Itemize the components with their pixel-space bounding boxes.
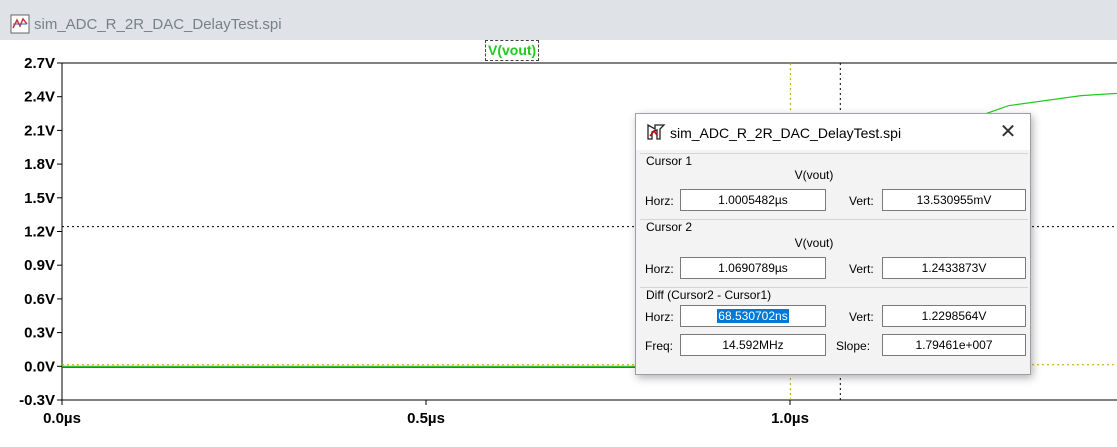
y-tick-label: 0.9V [24, 257, 55, 274]
cursor2-trace: V(vout) [794, 236, 834, 250]
y-tick-label: 1.2V [24, 224, 55, 241]
diff-vert-label: Vert: [849, 310, 874, 324]
diff-slope-field[interactable]: 1.79461e+007 [882, 334, 1026, 356]
diff-horz-field[interactable]: 68.530702ns [680, 305, 826, 327]
close-icon[interactable]: ✕ [996, 120, 1020, 144]
diff-group: Diff (Cursor2 - Cursor1) Horz: 68.530702… [640, 287, 1028, 372]
y-tick-label: 1.8V [24, 156, 55, 173]
diff-horz-value[interactable]: 68.530702ns [717, 309, 789, 323]
y-tick-label: 2.4V [24, 89, 55, 106]
y-tick-label: 2.1V [24, 122, 55, 139]
cursor1-group: Cursor 1 V(vout) Horz: 1.0005482µs Vert:… [640, 153, 1028, 218]
cursor2-horz-field[interactable]: 1.0690789µs [680, 257, 826, 279]
trace-label[interactable]: V(vout) [485, 40, 540, 61]
diff-label: Diff (Cursor2 - Cursor1) [646, 288, 772, 302]
diff-slope-label: Slope: [836, 339, 871, 353]
cursor2-group: Cursor 2 V(vout) Horz: 1.0690789µs Vert:… [640, 219, 1028, 286]
cursor-dialog[interactable]: sim_ADC_R_2R_DAC_DelayTest.spi ✕ Cursor … [635, 113, 1031, 375]
cursor1-horz-label: Horz: [645, 194, 674, 208]
cursor2-horz-label: Horz: [645, 262, 674, 276]
cursor2-vert-field[interactable]: 1.2433873V [882, 257, 1026, 279]
window-title: sim_ADC_R_2R_DAC_DelayTest.spi [34, 16, 282, 33]
dialog-titlebar[interactable]: sim_ADC_R_2R_DAC_DelayTest.spi ✕ [636, 114, 1030, 150]
diff-horz-label: Horz: [645, 310, 674, 324]
window-titlebar: sim_ADC_R_2R_DAC_DelayTest.spi [0, 0, 1117, 41]
cursor1-label: Cursor 1 [646, 154, 693, 168]
y-tick-label: 1.5V [24, 190, 55, 207]
cursor1-vert-field[interactable]: 13.530955mV [882, 189, 1026, 211]
y-tick-label: 0.0V [24, 358, 55, 375]
x-tick-label: 0.5µs [407, 410, 445, 427]
y-tick-label: -0.3V [19, 392, 55, 409]
cursor1-horz-field[interactable]: 1.0005482µs [680, 189, 826, 211]
y-tick-label: 2.7V [24, 55, 55, 72]
diff-freq-label: Freq: [645, 339, 674, 353]
y-tick-label: 0.6V [24, 291, 55, 308]
cursor1-trace: V(vout) [794, 168, 834, 182]
waveform-viewer-icon [10, 14, 30, 34]
x-tick-label: 0.0µs [43, 410, 81, 427]
cursor1-vert-label: Vert: [849, 194, 874, 208]
cursor2-label: Cursor 2 [646, 220, 693, 234]
dialog-title: sim_ADC_R_2R_DAC_DelayTest.spi [670, 125, 902, 141]
ltspice-icon [647, 123, 666, 140]
diff-freq-field[interactable]: 14.592MHz [680, 334, 826, 356]
y-tick-label: 0.3V [24, 325, 55, 342]
x-tick-label: 1.0µs [771, 410, 809, 427]
cursor2-vert-label: Vert: [849, 262, 874, 276]
diff-vert-field[interactable]: 1.2298564V [882, 305, 1026, 327]
